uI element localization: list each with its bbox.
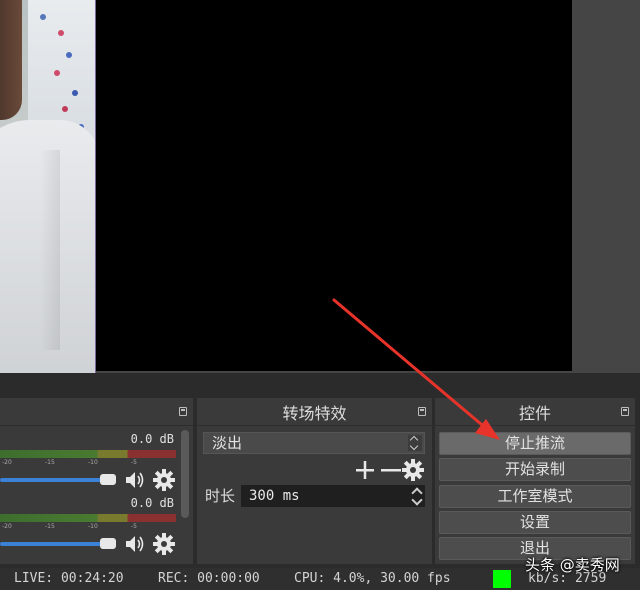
stop-stream-button[interactable]: 停止推流 <box>439 432 631 455</box>
controls-panel: 控件 停止推流 开始录制 工作室模式 设置 退出 <box>435 398 635 564</box>
transition-select[interactable]: 淡出 <box>203 432 425 454</box>
mixer-header <box>0 398 193 426</box>
mixer-channel: 0.0 dB -20 -15 -10 -5 <box>0 496 180 560</box>
transition-select-value: 淡出 <box>212 434 243 452</box>
studio-mode-button[interactable]: 工作室模式 <box>439 485 631 508</box>
meter-ticks: -20 -15 -10 -5 <box>2 523 137 530</box>
controls-header: 控件 <box>435 398 635 426</box>
db-label: 0.0 dB <box>130 432 174 446</box>
stream-health-indicator <box>493 570 511 588</box>
mixer-channel: 0.0 dB -20 -15 -10 -5 <box>0 432 180 496</box>
duration-input[interactable]: 300 ms <box>241 485 425 507</box>
add-icon[interactable] <box>353 458 377 482</box>
speaker-icon[interactable] <box>124 470 146 490</box>
audio-mixer-panel: 0.0 dB -20 -15 -10 -5 0.0 dB -20 -15 -10… <box>0 398 193 564</box>
cpu-fps: CPU: 4.0%, 30.00 fps <box>294 571 451 586</box>
float-icon[interactable] <box>621 407 629 416</box>
controls-title: 控件 <box>518 403 551 423</box>
volume-slider[interactable] <box>0 542 116 546</box>
transitions-header: 转场特效 <box>197 398 432 426</box>
volume-meter <box>0 450 176 458</box>
chevron-updown-icon[interactable] <box>408 435 422 451</box>
duration-stepper[interactable] <box>409 485 425 507</box>
volume-meter <box>0 514 176 522</box>
remove-icon[interactable] <box>379 458 403 482</box>
gear-icon[interactable] <box>152 468 176 492</box>
camera-source[interactable] <box>0 0 96 373</box>
float-icon[interactable] <box>179 407 187 416</box>
duration-label: 时长 <box>205 487 236 505</box>
watermark: 头条 @卖秀网 <box>525 556 620 574</box>
volume-slider-handle[interactable] <box>100 474 116 485</box>
gear-icon[interactable] <box>152 532 176 556</box>
rec-timer: REC: 00:00:00 <box>158 571 260 586</box>
speaker-icon[interactable] <box>124 534 146 554</box>
float-icon[interactable] <box>418 407 426 416</box>
live-timer: LIVE: 00:24:20 <box>14 571 124 586</box>
start-recording-button[interactable]: 开始录制 <box>439 458 631 481</box>
person-head <box>0 0 22 120</box>
preview-canvas[interactable] <box>0 0 640 373</box>
db-label: 0.0 dB <box>130 496 174 510</box>
duration-value: 300 ms <box>249 488 300 504</box>
settings-button[interactable]: 设置 <box>439 511 631 534</box>
volume-slider-handle[interactable] <box>100 538 116 549</box>
black-source[interactable] <box>96 0 572 371</box>
transitions-title: 转场特效 <box>282 403 347 423</box>
scene-transitions-panel: 转场特效 淡出 时长 300 ms <box>197 398 432 564</box>
volume-slider[interactable] <box>0 478 116 482</box>
mixer-scrollbar[interactable] <box>181 430 189 518</box>
gear-icon[interactable] <box>401 458 425 482</box>
meter-ticks: -20 -15 -10 -5 <box>2 459 137 466</box>
